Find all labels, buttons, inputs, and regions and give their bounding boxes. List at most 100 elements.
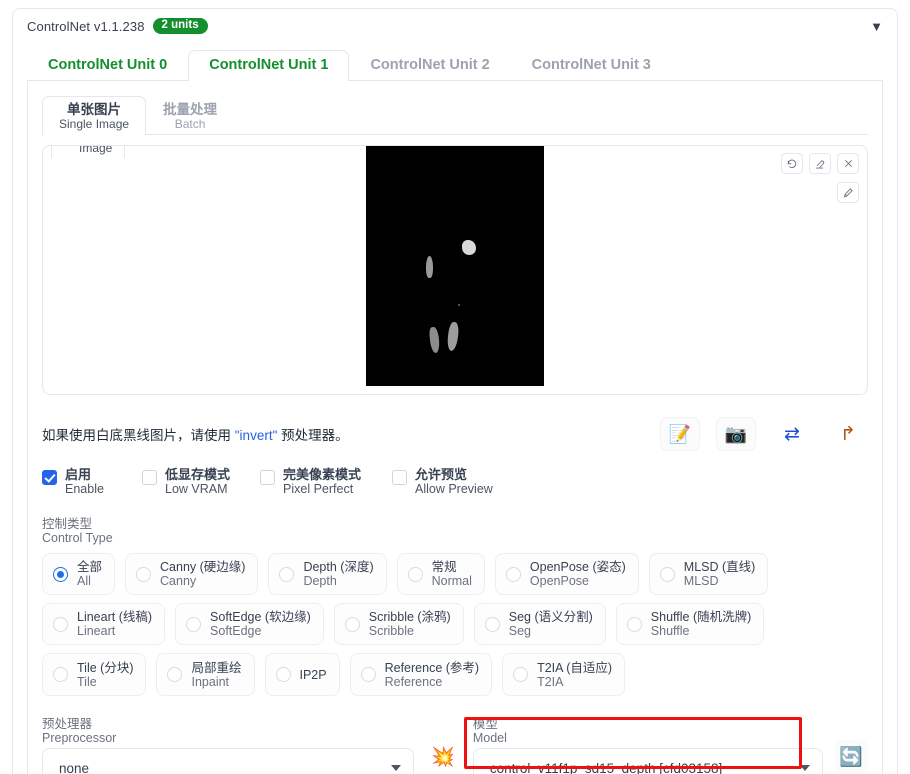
radio-dot[interactable]: [275, 667, 291, 682]
hint-text-quoted: "invert": [234, 428, 278, 443]
accordion-header[interactable]: ControlNet v1.1.238 2 units ▼: [13, 9, 897, 43]
chevron-down-icon[interactable]: ▼: [870, 20, 885, 33]
checkbox-pixel-perfect[interactable]: 完美像素模式 Pixel Perfect: [260, 467, 392, 497]
radio-dot[interactable]: [136, 566, 152, 582]
refresh-models-button[interactable]: 🔄: [834, 740, 868, 774]
radio-dot[interactable]: [360, 667, 376, 682]
checkbox-enable-box[interactable]: [42, 470, 57, 485]
mirror-webcam-button[interactable]: ⇄: [772, 417, 812, 451]
checkbox-low-vram-box[interactable]: [142, 470, 157, 485]
radio-dot[interactable]: [626, 616, 642, 632]
control-type-all-label-cn: 全部: [77, 560, 103, 574]
control-type-normal[interactable]: 常规 Normal: [396, 553, 485, 595]
control-type-ip2p[interactable]: IP2P: [264, 653, 340, 696]
accordion-title: ControlNet v1.1.238: [27, 18, 145, 34]
radio-dot[interactable]: [344, 616, 360, 632]
tab-batch[interactable]: 批量处理 Batch: [146, 96, 234, 135]
control-type-tile[interactable]: Tile (分块) Tile: [42, 653, 147, 696]
control-type-all[interactable]: 全部 All: [42, 553, 116, 595]
control-type-mlsd[interactable]: MLSD (直线) MLSD: [648, 553, 769, 595]
control-type-depth-label-cn: Depth (深度): [303, 560, 374, 574]
control-type-mlsd-label-en: MLSD: [683, 574, 719, 588]
radio-dot[interactable]: [186, 616, 202, 632]
image-subtab[interactable]: 图像 Image: [51, 146, 126, 158]
checkbox-allow-preview-box[interactable]: [392, 470, 407, 485]
run-preprocessor-button[interactable]: 💥: [426, 740, 459, 774]
control-type-openpose[interactable]: OpenPose (姿态) OpenPose: [494, 553, 639, 595]
checkbox-low-vram[interactable]: 低显存模式 Low VRAM: [142, 467, 260, 497]
preprocessor-dropdown[interactable]: none: [42, 748, 415, 774]
open-new-canvas-button[interactable]: 📝: [660, 417, 700, 451]
preprocessor-label-en: Preprocessor: [42, 731, 117, 745]
checkbox-allow-preview[interactable]: 允许预览 Allow Preview: [392, 467, 493, 497]
control-type-depth[interactable]: Depth (深度) Depth: [268, 553, 387, 595]
chevron-down-icon[interactable]: [391, 765, 402, 771]
send-dimensions-button[interactable]: ↱: [828, 417, 868, 451]
model-field: 模型 Model control_v11f1p_sd15_depth [cfd0…: [472, 717, 823, 774]
control-type-scribble-label-cn: Scribble (涂鸦): [368, 610, 451, 624]
swap-arrows-icon: ⇄: [784, 423, 800, 445]
control-type-lineart[interactable]: Lineart (线稿) Lineart: [42, 603, 166, 645]
erase-icon[interactable]: [809, 153, 831, 174]
control-type-shuffle-label-en: Shuffle: [650, 624, 690, 638]
model-label-en: Model: [472, 731, 507, 745]
tab-batch-label-en: Batch: [174, 117, 206, 131]
model-dropdown[interactable]: control_v11f1p_sd15_depth [cfd03158]: [472, 748, 823, 774]
arrow-turn-up-icon: ↱: [840, 423, 856, 445]
model-value: control_v11f1p_sd15_depth [cfd03158]: [489, 760, 723, 774]
tab-single-image-label-cn: 单张图片: [67, 102, 122, 117]
model-label-cn: 模型: [472, 717, 498, 731]
checkbox-pixel-perfect-box[interactable]: [260, 470, 275, 485]
tab-controlnet-unit-2[interactable]: ControlNet Unit 2: [349, 50, 510, 81]
radio-dot[interactable]: [167, 667, 183, 682]
control-type-scribble-label-en: Scribble: [368, 624, 414, 638]
control-type-t2ia[interactable]: T2IA (自适应) T2IA: [502, 653, 626, 696]
control-type-softedge-label-en: SoftEdge: [210, 624, 262, 638]
control-image-preview[interactable]: [366, 146, 544, 386]
chevron-down-icon[interactable]: [799, 765, 810, 771]
tab-single-image[interactable]: 单张图片 Single Image: [42, 96, 147, 135]
control-type-seg[interactable]: Seg (语义分割) Seg: [473, 603, 606, 645]
unit-panel: 单张图片 Single Image 批量处理 Batch Image 如果使用白…: [27, 81, 883, 774]
control-type-scribble[interactable]: Scribble (涂鸦) Scribble: [333, 603, 464, 645]
image-tool-buttons: [781, 153, 859, 174]
radio-dot[interactable]: [279, 566, 295, 582]
checkbox-enable-label-en: Enable: [65, 482, 104, 496]
undo-icon[interactable]: [781, 153, 803, 174]
radio-dot[interactable]: [484, 616, 500, 632]
radio-dot[interactable]: [53, 616, 68, 632]
webcam-button[interactable]: 📷: [716, 417, 756, 451]
control-type-all-label-en: All: [77, 574, 91, 588]
control-type-shuffle[interactable]: Shuffle (随机洗牌) Shuffle: [615, 603, 765, 645]
image-action-buttons: 📝 📷 ⇄ ↱: [660, 417, 868, 451]
radio-dot[interactable]: [659, 566, 675, 582]
radio-dot[interactable]: [407, 566, 423, 582]
control-type-canny[interactable]: Canny (硬边缘) Canny: [125, 553, 259, 595]
control-type-mlsd-label-cn: MLSD (直线): [683, 560, 756, 574]
control-type-depth-label-en: Depth: [303, 574, 337, 588]
radio-dot[interactable]: [505, 566, 521, 582]
unit-tabs: ControlNet Unit 0 ControlNet Unit 1 Cont…: [27, 49, 883, 81]
image-dropzone[interactable]: 图像 Image: [42, 145, 868, 395]
tab-controlnet-unit-3[interactable]: ControlNet Unit 3: [511, 50, 672, 81]
checkbox-enable-label-cn: 启用: [65, 467, 92, 482]
checkbox-allow-preview-label-cn: 允许预览: [415, 467, 468, 482]
control-type-softedge[interactable]: SoftEdge (软边缘) SoftEdge: [175, 603, 324, 645]
radio-dot[interactable]: [53, 566, 68, 582]
control-type-reference[interactable]: Reference (参考) Reference: [349, 653, 493, 696]
tab-controlnet-unit-0[interactable]: ControlNet Unit 0: [27, 50, 188, 81]
preprocessor-value: none: [59, 760, 90, 774]
tab-controlnet-unit-1[interactable]: ControlNet Unit 1: [188, 50, 350, 81]
checkbox-enable[interactable]: 启用 Enable: [42, 467, 142, 497]
control-type-inpaint[interactable]: 局部重绘 Inpaint: [156, 653, 255, 696]
control-type-tile-label-cn: Tile (分块): [77, 660, 134, 675]
tab-single-image-label-en: Single Image: [59, 117, 130, 131]
close-icon[interactable]: [837, 153, 859, 174]
hint-text-before: 如果使用白底黑线图片，请使用: [42, 428, 235, 443]
radio-dot[interactable]: [53, 667, 68, 682]
radio-dot[interactable]: [513, 667, 529, 682]
control-type-label-cn: 控制类型: [42, 517, 93, 531]
control-type-inpaint-label-en: Inpaint: [191, 674, 230, 689]
control-type-label-en: Control Type: [42, 531, 113, 545]
brush-icon[interactable]: [837, 182, 859, 203]
